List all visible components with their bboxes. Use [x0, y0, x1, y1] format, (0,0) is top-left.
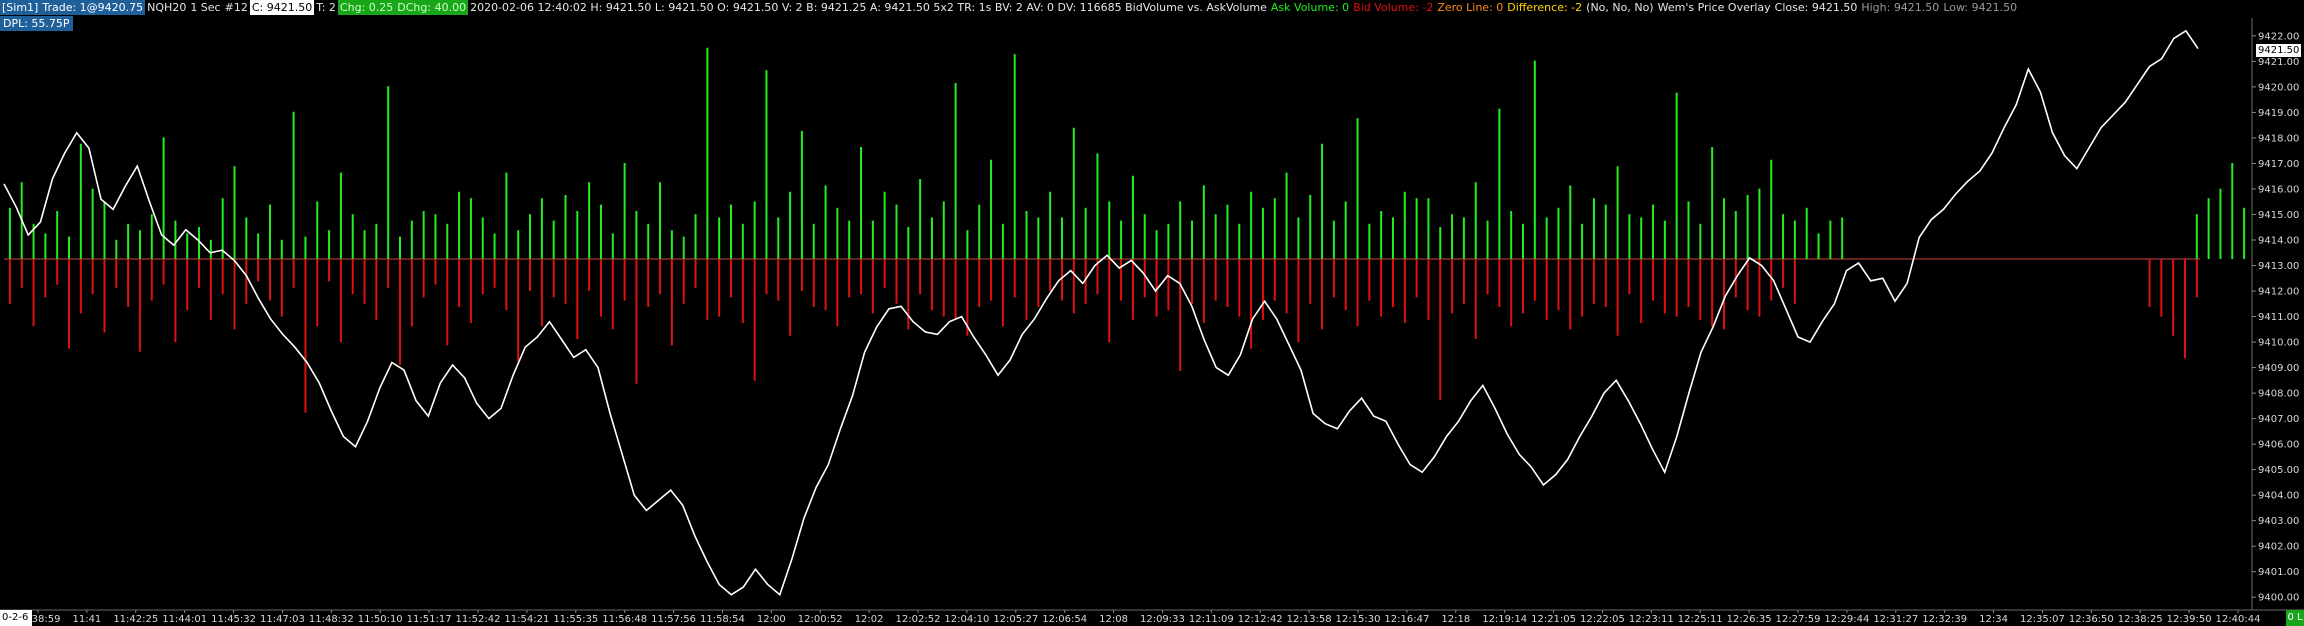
time-tick-label: 11:54:21 — [504, 614, 549, 625]
price-tick-label: 9405.00 — [2258, 465, 2299, 476]
date-corner-badge: 0-2-6 — [0, 610, 32, 626]
time-tick-label: 12:00 — [757, 614, 786, 625]
time-tick-label: 12:26:35 — [1727, 614, 1772, 625]
time-tick-label: 11:44:01 — [162, 614, 207, 625]
time-tick-label: 11:51:17 — [407, 614, 452, 625]
time-tick-label: 12:05:27 — [993, 614, 1038, 625]
time-tick-label: 12:13:58 — [1287, 614, 1332, 625]
price-tick-label: 9420.00 — [2258, 82, 2299, 93]
price-tick-label: 9410.00 — [2258, 338, 2299, 349]
price-tick-label: 9421.00 — [2258, 57, 2299, 68]
price-tick-label: 9407.00 — [2258, 414, 2299, 425]
time-tick-label: 12:18 — [1441, 614, 1470, 625]
price-tick-label: 9415.00 — [2258, 210, 2299, 221]
time-tick-label: 12:12:42 — [1238, 614, 1283, 625]
time-tick-label: 11:47:03 — [260, 614, 305, 625]
price-tick-label: 9409.00 — [2258, 363, 2299, 374]
bid-volume-bars — [8, 259, 2198, 413]
time-tick-label: 12:34 — [1979, 614, 2008, 625]
time-tick-label: 12:40:44 — [2216, 614, 2261, 625]
time-tick-label: 11:58:54 — [700, 614, 745, 625]
status-corner-badge: 0 L — [2286, 610, 2304, 626]
time-tick-label: 11:48:32 — [309, 614, 354, 625]
price-tick-label: 9417.00 — [2258, 159, 2299, 170]
current-price-tag: 9421.50 — [2256, 44, 2302, 57]
price-tick-label: 9404.00 — [2258, 491, 2299, 502]
time-tick-label: 11:55:35 — [553, 614, 598, 625]
time-tick-label: 12:02:52 — [896, 614, 941, 625]
price-tick-label: 9422.00 — [2258, 31, 2299, 42]
time-tick-label: 12:06:54 — [1042, 614, 1087, 625]
time-tick-label: 12:09:33 — [1140, 614, 1185, 625]
time-tick-label: 12:22:05 — [1580, 614, 1625, 625]
price-tick-label: 9402.00 — [2258, 542, 2299, 553]
price-tick-label: 9419.00 — [2258, 108, 2299, 119]
price-tick-label: 9408.00 — [2258, 389, 2299, 400]
price-tick-label: 9411.00 — [2258, 312, 2299, 323]
time-tick-label: 11:42:25 — [113, 614, 158, 625]
time-tick-label: 11:50:10 — [358, 614, 403, 625]
time-tick-label: 12:23:11 — [1629, 614, 1674, 625]
price-tick-label: 9400.00 — [2258, 593, 2299, 604]
price-volume-chart[interactable]: 9400.00 9401.00 9402.00 9403.00 9404.00 9405.… — [0, 0, 2304, 626]
price-tick-label: 9413.00 — [2258, 261, 2299, 272]
time-tick-label: 11:41 — [72, 614, 101, 625]
time-tick-label: 12:11:09 — [1189, 614, 1234, 625]
price-tick-label: 9406.00 — [2258, 440, 2299, 451]
time-tick-label: 12:19:14 — [1482, 614, 1527, 625]
time-tick-label: 11:52:42 — [456, 614, 501, 625]
time-tick-label: 12:21:05 — [1531, 614, 1576, 625]
time-tick-label: 12:29:44 — [1824, 614, 1869, 625]
price-tick-label: 9412.00 — [2258, 287, 2299, 298]
time-tick-label: 11:57:56 — [651, 614, 696, 625]
time-tick-label: 12:16:47 — [1384, 614, 1429, 625]
price-tick-label: 9401.00 — [2258, 567, 2299, 578]
time-axis-ticks: 11:38:59 11:41 11:42:25 11:44:01 11:45:32 11:… — [16, 610, 2261, 625]
time-tick-label: 12:25:11 — [1678, 614, 1723, 625]
time-tick-label: 12:04:10 — [944, 614, 989, 625]
time-tick-label: 12:32:39 — [1922, 614, 1967, 625]
time-tick-label: 12:02 — [855, 614, 884, 625]
price-tick-label: 9403.00 — [2258, 516, 2299, 527]
price-axis-ticks: 9400.00 9401.00 9402.00 9403.00 9404.00 9405.… — [2252, 31, 2299, 604]
time-tick-label: 12:15:30 — [1336, 614, 1381, 625]
price-series-line — [3, 29, 2199, 597]
time-tick-label: 12:38:25 — [2118, 614, 2163, 625]
time-tick-label: 12:27:59 — [1776, 614, 1821, 625]
time-tick-label: 12:39:50 — [2167, 614, 2212, 625]
time-tick-label: 11:56:48 — [602, 614, 647, 625]
time-tick-label: 12:36:50 — [2069, 614, 2114, 625]
price-tick-label: 9418.00 — [2258, 133, 2299, 144]
time-tick-label: 12:00:52 — [798, 614, 843, 625]
time-tick-label: 12:31:27 — [1873, 614, 1918, 625]
price-tick-label: 9416.00 — [2258, 184, 2299, 195]
price-axis-border — [0, 18, 2304, 611]
time-tick-label: 12:35:07 — [2020, 614, 2065, 625]
time-tick-label: 12:08 — [1099, 614, 1128, 625]
ask-volume-bars — [8, 47, 2246, 259]
price-tick-label: 9414.00 — [2258, 236, 2299, 247]
time-tick-label: 11:45:32 — [211, 614, 256, 625]
price-line — [3, 29, 2199, 597]
